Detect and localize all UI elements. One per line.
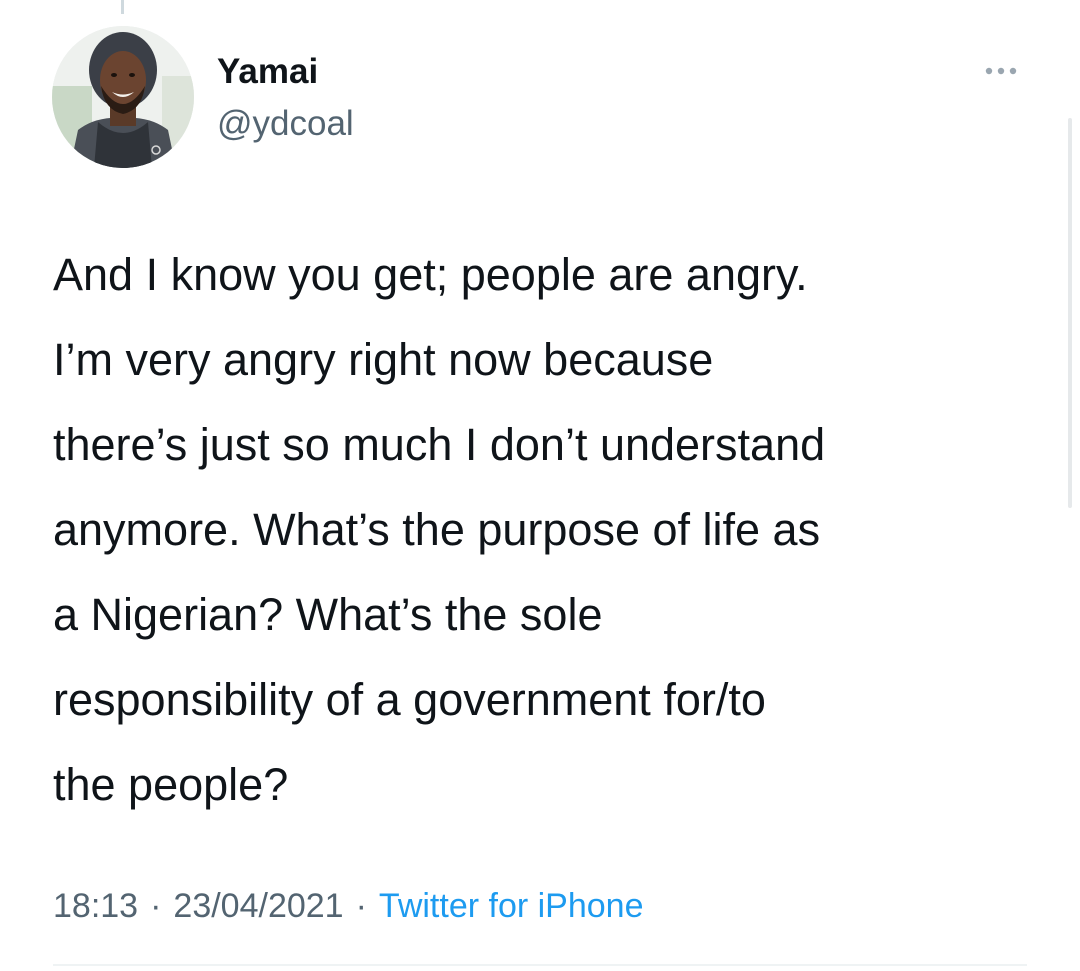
user-avatar-photo-icon [52,26,194,168]
author-handle[interactable]: @ydcoal [217,102,354,146]
meta-separator: · [150,887,162,925]
tweet-text-line: I’m very angry right now because [53,334,714,385]
more-horizontal-icon [985,67,1017,75]
tweet-text-line: the people? [53,759,289,810]
tweet-text-line: there’s just so much I don’t understand [53,419,826,470]
meta-separator: · [355,887,367,925]
scrollbar[interactable] [1068,118,1072,508]
tweet-text-line: a Nigerian? What’s the sole [53,589,603,640]
tweet-text-line: responsibility of a government for/to [53,674,766,725]
tweet-time[interactable]: 18:13 [53,887,138,925]
tweet-text-line: And I know you get; people are angry. [53,249,808,300]
divider [53,964,1027,966]
avatar[interactable] [52,26,194,168]
tweet-metadata: 18:13 · 23/04/2021 · Twitter for iPhone [53,884,643,928]
tweet-text: And I know you get; people are angry. I’… [53,232,1043,827]
thread-connector-line [121,0,124,14]
more-options-button[interactable] [976,56,1026,86]
tweet-date[interactable]: 23/04/2021 [173,887,343,925]
tweet-text-line: anymore. What’s the purpose of life as [53,504,821,555]
author-display-name[interactable]: Yamai [217,50,318,94]
tweet-source-link[interactable]: Twitter for iPhone [379,887,644,925]
